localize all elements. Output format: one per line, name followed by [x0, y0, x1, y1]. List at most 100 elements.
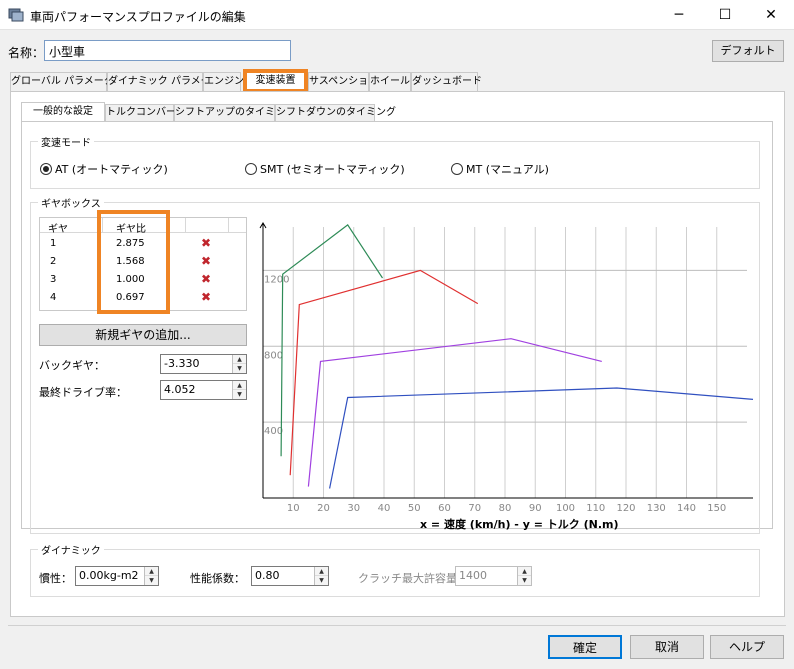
x-tick-label: 50: [408, 503, 421, 514]
x-tick-label: 130: [647, 503, 666, 514]
spin-up-icon[interactable]: ▲: [315, 567, 328, 576]
delete-gear-icon[interactable]: ✖: [201, 236, 211, 250]
inertia-spinner[interactable]: 0.00kg-m2 ▲ ▼: [75, 566, 159, 586]
delete-gear-icon[interactable]: ✖: [201, 272, 211, 286]
spin-down-icon: ▼: [522, 577, 527, 584]
tab-shift-up-timing[interactable]: シフトアップのタイミング: [174, 104, 295, 121]
spin-up-icon: ▲: [518, 567, 531, 576]
column-divider: [228, 218, 229, 232]
tab-torque-converter[interactable]: トルクコンバータ: [105, 104, 186, 121]
spinner-buttons[interactable]: ▲ ▼: [232, 355, 246, 373]
x-tick-label: 80: [499, 503, 512, 514]
tab-dynamic-params[interactable]: ダイナミック パラメータ: [107, 72, 221, 92]
radio-smt[interactable]: SMT (セミオートマティック): [245, 161, 405, 177]
minimize-button[interactable]: ─: [656, 0, 702, 30]
tab-general-settings[interactable]: 一般的な設定: [21, 102, 105, 122]
final-drive-label: 最終ドライブ率：: [39, 386, 127, 399]
x-tick-label: 30: [347, 503, 360, 514]
radio-at[interactable]: AT (オートマティック): [40, 161, 168, 177]
y-tick-label: 400: [264, 426, 283, 437]
footer-separator: [8, 625, 786, 626]
reverse-gear-value: -3.330: [164, 357, 200, 370]
gear-number: 4: [50, 292, 57, 303]
gear-column-header: ギヤ: [48, 224, 68, 235]
spin-up-icon[interactable]: ▲: [233, 381, 246, 390]
gearbox-title: ギヤボックス: [38, 195, 104, 210]
reverse-gear-label: バックギヤ：: [39, 359, 105, 372]
spin-up-icon[interactable]: ▲: [145, 567, 158, 576]
gear-torque-chart: 10 20 30 40 50 60 70 80 90 100 110 120 130 140 150 400 8…: [255, 217, 755, 532]
clutch-capacity-spinner: 1400 ▲ ▼: [455, 566, 532, 586]
gear-number: 3: [50, 274, 57, 285]
tab-global-params[interactable]: グローバル パラメータ: [10, 72, 114, 92]
x-tick-label: 40: [378, 503, 391, 514]
tab-wheel[interactable]: ホイール: [369, 72, 411, 92]
spinner-buttons[interactable]: ▲ ▼: [232, 381, 246, 399]
tab-shift-down-timing[interactable]: シフトダウンのタイミング: [275, 104, 396, 121]
delete-gear-icon[interactable]: ✖: [201, 290, 211, 304]
spin-down-icon[interactable]: ▼: [145, 576, 158, 585]
x-tick-label: 150: [707, 503, 726, 514]
inertia-value: 0.00kg-m2: [79, 569, 139, 582]
chart-svg: 10 20 30 40 50 60 70 80 90 100 110 120 130 140 150 400 8…: [259, 222, 754, 514]
transmission-mode-title: 変速モード: [38, 134, 94, 149]
gear-3-torque-line: [307, 338, 602, 487]
ok-button[interactable]: 確定: [548, 635, 622, 659]
gear-1-torque-line: [280, 224, 384, 457]
x-tick-label: 70: [468, 503, 481, 514]
car-profile-icon: [8, 8, 24, 22]
default-button[interactable]: デフォルト: [712, 40, 784, 62]
title-bar: 車両パフォーマンスプロファイルの編集 ─ ☐ ✕: [0, 0, 794, 30]
ratio-highlight-box: [97, 210, 170, 314]
radio-mt[interactable]: MT (マニュアル): [451, 161, 549, 177]
y-tick-label: 1200: [264, 274, 289, 285]
performance-factor-label: 性能係数：: [190, 572, 245, 585]
x-tick-label: 20: [317, 503, 330, 514]
radio-smt-indicator: [245, 163, 257, 175]
radio-at-label: AT (オートマティック): [55, 163, 168, 176]
final-drive-spinner[interactable]: 4.052 ▲ ▼: [160, 380, 247, 400]
add-gear-button[interactable]: 新規ギヤの追加...: [39, 324, 247, 346]
clutch-capacity-value: 1400: [459, 569, 487, 582]
reverse-gear-spinner[interactable]: -3.330 ▲ ▼: [160, 354, 247, 374]
performance-factor-value: 0.80: [255, 569, 280, 582]
name-label: 名称：: [8, 46, 45, 60]
clutch-capacity-label: クラッチ最大許容量:: [358, 572, 461, 585]
tab-dashboard[interactable]: ダッシュボード: [411, 72, 482, 92]
gear-4-torque-line: [329, 387, 754, 489]
delete-gear-icon[interactable]: ✖: [201, 254, 211, 268]
tab-transmission[interactable]: 変速装置: [243, 69, 308, 93]
x-tick-label: 100: [556, 503, 575, 514]
gear-number: 1: [50, 238, 57, 249]
spin-up-icon[interactable]: ▲: [233, 355, 246, 364]
cancel-button[interactable]: 取消: [630, 635, 704, 659]
inertia-label: 慣性：: [39, 572, 72, 585]
x-tick-label: 110: [586, 503, 605, 514]
spinner-buttons[interactable]: ▲ ▼: [314, 567, 328, 585]
close-button[interactable]: ✕: [748, 0, 794, 30]
x-tick-label: 120: [616, 503, 635, 514]
spinner-buttons: ▲ ▼: [517, 567, 531, 585]
window-title: 車両パフォーマンスプロファイルの編集: [30, 10, 246, 24]
name-input[interactable]: 小型車: [44, 40, 291, 61]
tab-engine[interactable]: エンジン: [203, 72, 244, 92]
tab-suspension[interactable]: サスペンション: [308, 72, 378, 92]
spin-down-icon[interactable]: ▼: [315, 576, 328, 585]
y-tick-label: 800: [264, 350, 283, 361]
final-drive-value: 4.052: [164, 383, 196, 396]
x-tick-label: 10: [287, 503, 300, 514]
maximize-button[interactable]: ☐: [702, 0, 748, 30]
radio-mt-indicator: [451, 163, 463, 175]
radio-mt-label: MT (マニュアル): [466, 163, 549, 176]
gear-number: 2: [50, 256, 57, 267]
column-divider: [185, 218, 186, 232]
performance-factor-spinner[interactable]: 0.80 ▲ ▼: [251, 566, 329, 586]
help-button[interactable]: ヘルプ: [710, 635, 784, 659]
x-tick-label: 60: [438, 503, 451, 514]
x-tick-label: 90: [529, 503, 542, 514]
spin-down-icon[interactable]: ▼: [233, 364, 246, 373]
dynamics-title: ダイナミック: [38, 542, 104, 557]
spinner-buttons[interactable]: ▲ ▼: [144, 567, 158, 585]
spin-down-icon[interactable]: ▼: [233, 390, 246, 399]
chart-x-axis-label: x = 速度 (km/h) - y = トルク (N.m): [420, 518, 619, 531]
